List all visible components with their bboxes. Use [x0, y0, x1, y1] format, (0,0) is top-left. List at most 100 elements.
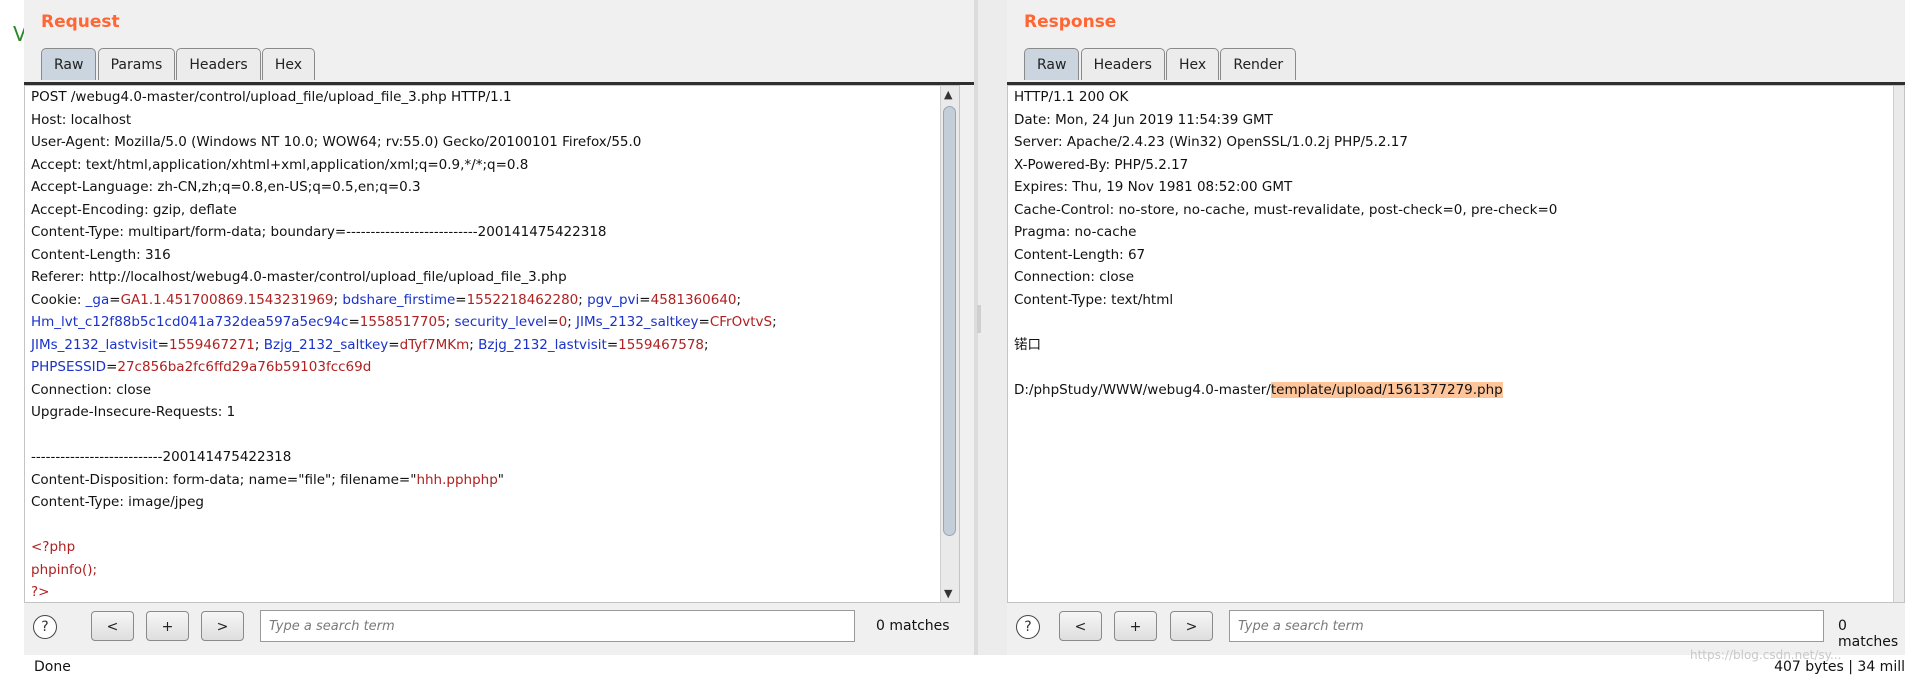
request-line	[25, 424, 959, 447]
request-text: POST /webug4.0-master/control/upload_fil…	[25, 86, 959, 602]
request-scroll-thumb[interactable]	[943, 106, 956, 536]
text-segment: ;	[567, 314, 577, 330]
text-segment: Upgrade-Insecure-Requests: 1	[31, 404, 236, 420]
response-prev-button[interactable]: <	[1059, 611, 1102, 641]
text-segment: D:/phpStudy/WWW/webug4.0-master/	[1014, 381, 1271, 398]
text-segment: ?>	[31, 584, 50, 600]
request-line: JIMs_2132_lastvisit=1559467271; Bzjg_213…	[25, 334, 959, 357]
request-line: <?php	[25, 536, 959, 559]
status-text: Done	[34, 659, 71, 675]
request-line: Accept: text/html,application/xhtml+xml,…	[25, 154, 959, 177]
text-segment: Content-Disposition: form-data; name="fi…	[31, 471, 417, 488]
request-line: Host: localhost	[25, 109, 959, 132]
response-line: Expires: Thu, 19 Nov 1981 08:52:00 GMT	[1008, 176, 1904, 199]
request-search-input[interactable]	[260, 610, 855, 642]
text-segment: Hm_lvt_c12f88b5c1cd041a732dea597a5ec94c	[31, 314, 349, 330]
response-tab-render[interactable]: Render	[1220, 48, 1297, 80]
text-segment: security_level	[454, 314, 548, 330]
text-segment: bdshare_firstime	[342, 291, 456, 308]
response-line: Connection: close	[1008, 266, 1904, 289]
text-segment: _ga	[85, 291, 110, 308]
response-tab-raw[interactable]: Raw	[1024, 48, 1080, 80]
text-segment: Accept-Encoding: gzip, deflate	[31, 201, 237, 218]
text-segment: ;	[704, 336, 709, 353]
text-segment: hhh.pphphp	[416, 471, 498, 488]
response-tab-headers[interactable]: Headers	[1080, 48, 1165, 80]
response-pane: Response Raw Headers Hex Render HTTP/1.1…	[1007, 0, 1905, 655]
scroll-down-icon[interactable]: ▼	[944, 587, 952, 600]
response-line: Server: Apache/2.4.23 (Win32) OpenSSL/1.…	[1008, 131, 1904, 154]
text-segment: User-Agent: Mozilla/5.0 (Windows NT 10.0…	[31, 134, 642, 150]
request-add-button[interactable]: +	[146, 611, 189, 641]
response-line: Pragma: no-cache	[1008, 221, 1904, 244]
text-segment: POST /webug4.0-master/control/upload_fil…	[31, 89, 512, 105]
help-icon[interactable]: ?	[1016, 615, 1040, 639]
text-segment: HTTP/1.1 200 OK	[1014, 89, 1129, 105]
text-segment: Accept: text/html,application/xhtml+xml,…	[31, 156, 529, 173]
response-search-input[interactable]	[1229, 610, 1824, 642]
scroll-up-icon[interactable]: ▲	[944, 88, 952, 101]
text-segment: Connection: close	[31, 381, 151, 398]
response-line: Content-Type: text/html	[1008, 289, 1904, 312]
divider-grip-icon[interactable]	[977, 305, 981, 333]
request-line: Content-Type: image/jpeg	[25, 491, 959, 514]
request-search-bar: ? < + > 0 matches	[24, 608, 974, 648]
request-tab-headers[interactable]: Headers	[176, 48, 261, 80]
request-tab-params[interactable]: Params	[97, 48, 176, 80]
text-segment: JIMs_2132_saltkey	[576, 314, 699, 330]
response-add-button[interactable]: +	[1114, 611, 1157, 641]
request-tab-raw[interactable]: Raw	[41, 48, 97, 80]
text-segment: =	[639, 291, 651, 308]
watermark: https://blog.csdn.net/sy...	[1690, 648, 1842, 662]
help-icon[interactable]: ?	[33, 615, 57, 639]
request-prev-button[interactable]: <	[91, 611, 134, 641]
text-segment: ;	[445, 314, 455, 330]
text-segment: =	[606, 336, 619, 353]
response-editor[interactable]: HTTP/1.1 200 OK Date: Mon, 24 Jun 2019 11…	[1007, 85, 1905, 603]
pane-divider[interactable]	[974, 0, 1007, 655]
text-segment: Content-Length: 67	[1014, 246, 1146, 263]
text-segment: =	[388, 336, 400, 353]
request-line: ---------------------------2001414754223…	[25, 446, 959, 469]
text-segment: 1559467271	[168, 336, 255, 353]
text-segment: Content-Type: multipart/form-data; bound…	[31, 224, 607, 240]
request-line: ?>	[25, 581, 959, 602]
response-line: 锘口	[1008, 334, 1904, 357]
text-segment: =	[348, 314, 360, 330]
text-segment: 4581360640	[650, 291, 737, 308]
text-segment: "	[497, 471, 505, 488]
response-next-button[interactable]: >	[1170, 611, 1213, 641]
request-line: POST /webug4.0-master/control/upload_fil…	[25, 86, 959, 109]
request-editor[interactable]: POST /webug4.0-master/control/upload_fil…	[24, 85, 960, 603]
request-line: Content-Type: multipart/form-data; bound…	[25, 221, 959, 244]
text-segment: Host: localhost	[31, 111, 132, 128]
response-scrollbar[interactable]	[1893, 86, 1904, 602]
text-segment: <?php	[31, 539, 76, 555]
response-tab-hex[interactable]: Hex	[1166, 48, 1220, 80]
request-next-button[interactable]: >	[201, 611, 244, 641]
response-line: HTTP/1.1 200 OK	[1008, 86, 1904, 109]
text-segment: Bzjg_2132_saltkey	[263, 336, 389, 353]
text-segment: ;	[254, 336, 264, 353]
text-segment: 1558517705	[359, 314, 446, 330]
request-line: Cookie: _ga=GA1.1.451700869.1543231969; …	[25, 289, 959, 312]
response-line	[1008, 356, 1904, 379]
text-segment: =	[109, 291, 121, 308]
response-search-bar: ? < + > 0 matches	[1007, 608, 1905, 650]
request-line	[25, 514, 959, 537]
request-line: Hm_lvt_c12f88b5c1cd041a732dea597a5ec94c=…	[25, 311, 959, 334]
text-segment: ;	[469, 336, 479, 353]
request-tab-hex[interactable]: Hex	[261, 48, 316, 80]
request-scrollbar[interactable]: ▲ ▼	[940, 86, 959, 602]
text-segment: ---------------------------2001414754223…	[31, 449, 292, 465]
request-line: Content-Length: 316	[25, 244, 959, 267]
text-segment: 锘口	[1014, 336, 1041, 353]
text-segment: Cache-Control: no-store, no-cache, must-…	[1014, 201, 1558, 218]
text-segment: ;	[736, 291, 742, 308]
response-title: Response	[1024, 12, 1117, 32]
text-segment: pgv_pvi	[587, 291, 640, 308]
background-window-edge: V	[0, 0, 27, 655]
text-segment: 0	[558, 314, 568, 330]
request-line: PHPSESSID=27c856ba2fc6ffd29a76b59103fcc6…	[25, 356, 959, 379]
request-matches-count: 0 matches	[876, 618, 950, 634]
